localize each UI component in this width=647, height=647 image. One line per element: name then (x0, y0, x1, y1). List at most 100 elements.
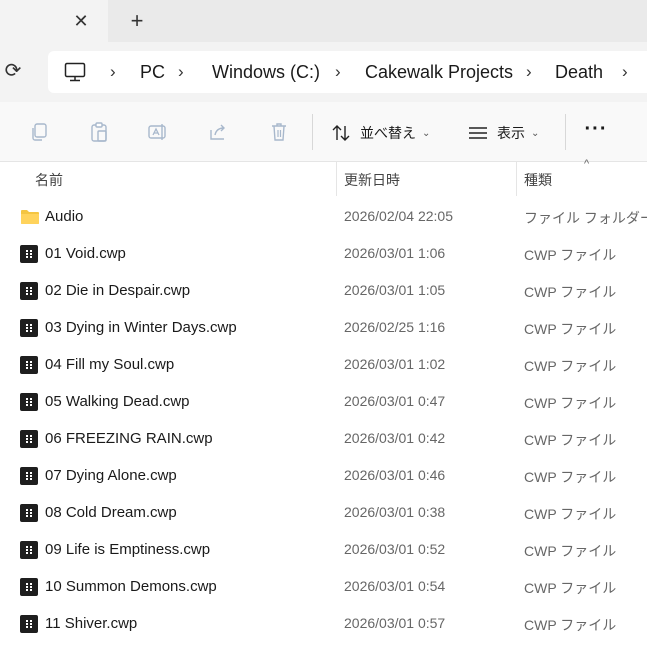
toolbar-separator (312, 114, 313, 150)
file-name[interactable]: 04 Fill my Soul.cwp (45, 356, 174, 373)
file-row[interactable]: 06 FREEZING RAIN.cwp 2026/03/01 0:42 CWP フ… (0, 421, 647, 458)
column-header-date[interactable]: 更新日時 (344, 170, 400, 190)
file-type: CWP ファイル (524, 432, 617, 448)
toolbar-separator (565, 114, 566, 150)
file-modified-date: 2026/03/01 0:47 (344, 393, 446, 409)
file-row[interactable]: 08 Cold Dream.cwp 2026/03/01 0:38 CWP ファイル (0, 495, 647, 532)
file-type: CWP ファイル (524, 506, 617, 522)
file-type: CWP ファイル (524, 284, 617, 300)
file-name[interactable]: 11 Shiver.cwp (45, 615, 137, 632)
cwp-file-icon (20, 615, 38, 633)
cwp-file-icon (20, 393, 38, 411)
column-header-name[interactable]: 名前 (35, 170, 63, 190)
file-type: CWP ファイル (524, 358, 617, 374)
tab-active[interactable]: ✕ (0, 0, 108, 42)
breadcrumb-chevron-icon[interactable]: › (335, 61, 341, 83)
address-row: ⟳ › PC › Windows (C:) › Cakewalk Project… (0, 42, 647, 102)
file-modified-date: 2026/03/01 0:38 (344, 504, 446, 520)
file-name[interactable]: 07 Dying Alone.cwp (45, 467, 177, 484)
column-header-type[interactable]: 種類 (524, 170, 552, 190)
view-label: 表示 (497, 125, 525, 141)
file-name[interactable]: 02 Die in Despair.cwp (45, 282, 190, 299)
breadcrumb-chevron-icon[interactable]: › (526, 61, 532, 83)
file-name[interactable]: 08 Cold Dream.cwp (45, 504, 177, 521)
cwp-file-icon (20, 356, 38, 374)
file-name[interactable]: 06 FREEZING RAIN.cwp (45, 430, 213, 447)
computer-icon[interactable] (64, 62, 86, 82)
file-name[interactable]: 09 Life is Emptiness.cwp (45, 541, 210, 558)
file-row[interactable]: 10 Summon Demons.cwp 2026/03/01 0:54 CWP フ… (0, 569, 647, 606)
breadcrumb-windows-c[interactable]: Windows (C:) (212, 61, 320, 83)
file-row[interactable]: 07 Dying Alone.cwp 2026/03/01 0:46 CWP ファイ… (0, 458, 647, 495)
file-type: CWP ファイル (524, 247, 617, 263)
new-tab-button[interactable]: + (126, 10, 148, 32)
breadcrumb-cakewalk-projects[interactable]: Cakewalk Projects (365, 61, 513, 83)
file-modified-date: 2026/03/01 1:02 (344, 356, 446, 372)
breadcrumb-chevron-icon[interactable]: › (110, 61, 116, 83)
file-row[interactable]: 01 Void.cwp 2026/03/01 1:06 CWP ファイル (0, 236, 647, 273)
file-modified-date: 2026/03/01 0:52 (344, 541, 446, 557)
cwp-file-icon (20, 504, 38, 522)
file-modified-date: 2026/03/01 1:06 (344, 245, 446, 261)
file-type: CWP ファイル (524, 395, 617, 411)
file-row[interactable]: 09 Life is Emptiness.cwp 2026/03/01 0:52 C… (0, 532, 647, 569)
address-bar[interactable]: › PC › Windows (C:) › Cakewalk Projects … (48, 51, 647, 93)
sort-ascending-icon: ^ (584, 158, 590, 170)
file-type: CWP ファイル (524, 543, 617, 559)
command-bar: 並べ替え ⌄ 表示 ⌄ ··· (0, 102, 647, 162)
file-type: CWP ファイル (524, 617, 617, 633)
file-name[interactable]: 01 Void.cwp (45, 245, 126, 262)
file-modified-date: 2026/03/01 0:46 (344, 467, 446, 483)
file-name[interactable]: Audio (45, 208, 83, 225)
view-icon (469, 127, 487, 139)
cwp-file-icon (20, 578, 38, 596)
file-row[interactable]: 05 Walking Dead.cwp 2026/03/01 0:47 CWP ファ… (0, 384, 647, 421)
file-row[interactable]: 11 Shiver.cwp 2026/03/01 0:57 CWP ファイル (0, 606, 647, 643)
file-type: CWP ファイル (524, 580, 617, 596)
chevron-down-icon: ⌄ (422, 127, 431, 139)
sort-icon (332, 125, 350, 141)
file-type: CWP ファイル (524, 321, 617, 337)
breadcrumb-chevron-icon[interactable]: › (178, 61, 184, 83)
file-type: ファイル フォルダー (524, 210, 647, 226)
cwp-file-icon (20, 282, 38, 300)
paste-icon[interactable] (88, 121, 110, 143)
cwp-file-icon (20, 319, 38, 337)
breadcrumb-pc[interactable]: PC (140, 61, 165, 83)
file-modified-date: 2026/03/01 0:42 (344, 430, 446, 446)
column-divider[interactable] (336, 162, 337, 196)
file-modified-date: 2026/02/04 22:05 (344, 208, 453, 224)
sort-button[interactable]: 並べ替え ⌄ (331, 121, 430, 145)
file-modified-date: 2026/02/25 1:16 (344, 319, 446, 335)
file-row[interactable]: 03 Dying in Winter Days.cwp 2026/02/25 1:… (0, 310, 647, 347)
cwp-file-icon (20, 467, 38, 485)
more-options-button[interactable]: ··· (583, 119, 609, 144)
share-icon[interactable] (207, 121, 229, 143)
file-modified-date: 2026/03/01 0:54 (344, 578, 446, 594)
file-modified-date: 2026/03/01 1:05 (344, 282, 446, 298)
file-modified-date: 2026/03/01 0:57 (344, 615, 446, 631)
file-row[interactable]: 04 Fill my Soul.cwp 2026/03/01 1:02 CWP ファ… (0, 347, 647, 384)
column-divider[interactable] (516, 162, 517, 196)
file-name[interactable]: 05 Walking Dead.cwp (45, 393, 190, 410)
sort-label: 並べ替え (360, 125, 416, 141)
copy-icon[interactable] (28, 121, 50, 143)
folder-icon (20, 208, 39, 226)
file-type: CWP ファイル (524, 469, 617, 485)
file-name[interactable]: 10 Summon Demons.cwp (45, 578, 217, 595)
column-header: 名前 更新日時 種類 ^ (0, 158, 647, 196)
chevron-down-icon: ⌄ (531, 127, 540, 139)
tab-strip: ✕ + (0, 0, 647, 42)
file-name[interactable]: 03 Dying in Winter Days.cwp (45, 319, 237, 336)
close-tab-icon[interactable]: ✕ (70, 10, 92, 32)
rename-icon[interactable] (147, 121, 169, 143)
cwp-file-icon (20, 245, 38, 263)
file-row[interactable]: 02 Die in Despair.cwp 2026/03/01 1:05 CWP … (0, 273, 647, 310)
file-row[interactable]: Audio 2026/02/04 22:05 ファイル フォルダー (0, 199, 647, 236)
view-button[interactable]: 表示 ⌄ (468, 121, 539, 145)
breadcrumb-death[interactable]: Death (555, 61, 603, 83)
breadcrumb-chevron-icon[interactable]: › (622, 61, 628, 83)
refresh-icon[interactable]: ⟳ (2, 60, 24, 82)
cwp-file-icon (20, 430, 38, 448)
delete-icon[interactable] (268, 121, 290, 143)
